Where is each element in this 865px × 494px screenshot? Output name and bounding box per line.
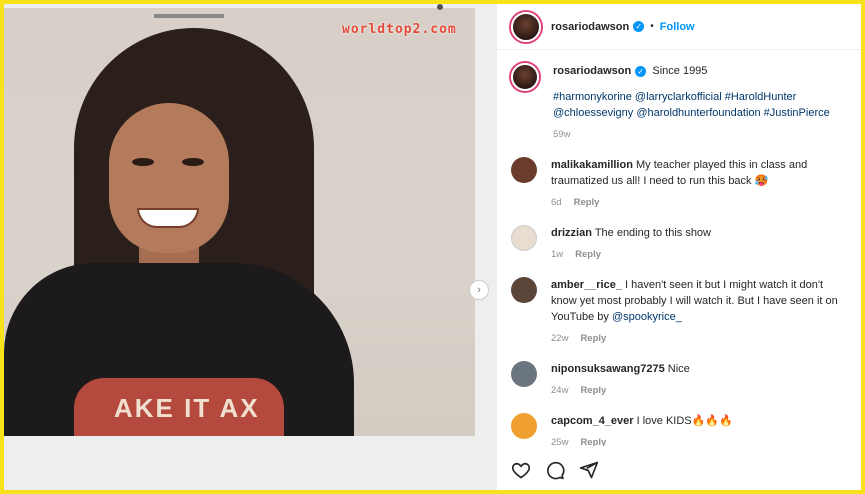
comment-user[interactable]: malikakamillion	[551, 159, 633, 171]
comment-age: 24w	[551, 385, 569, 396]
comment-body: drizzian The ending to this show 1w Reply	[551, 225, 851, 263]
comment-age: 6d	[551, 197, 562, 208]
list-item: malikakamillion My teacher played this i…	[511, 157, 851, 211]
tape-decoration	[154, 14, 224, 18]
reply-button[interactable]: Reply	[575, 249, 601, 260]
avatar[interactable]	[511, 63, 539, 91]
post-sidebar: rosariodawson ✓ • Follow rosariodawson ✓ …	[496, 4, 861, 490]
comments-scroll[interactable]: rosariodawson ✓ Since 1995 #harmonykorine…	[497, 51, 861, 446]
avatar[interactable]	[511, 361, 537, 387]
shirt-text: AKE IT AX	[114, 393, 260, 423]
comment-age: 25w	[551, 437, 569, 446]
share-icon[interactable]	[579, 460, 599, 480]
photo-eye-left	[132, 158, 154, 166]
verified-badge-icon: ✓	[635, 65, 647, 77]
comment-mention[interactable]: @spookyrice_	[612, 311, 682, 323]
avatar[interactable]	[511, 413, 537, 439]
watermark: worldtop2.com	[342, 22, 457, 37]
reply-button[interactable]: Reply	[580, 333, 606, 344]
post-header: rosariodawson ✓ • Follow	[497, 4, 861, 50]
pin-icon	[437, 4, 443, 10]
list-item: amber__rice_ I haven't seen it but I mig…	[511, 277, 851, 347]
comment-user[interactable]: amber__rice_	[551, 279, 622, 291]
comment-body: capcom_4_ever I love KIDS🔥🔥🔥 25w Reply	[551, 413, 851, 446]
list-item: capcom_4_ever I love KIDS🔥🔥🔥 25w Reply	[511, 413, 851, 446]
comment-user[interactable]: drizzian	[551, 227, 592, 239]
caption-author[interactable]: rosariodawson	[553, 65, 631, 77]
follow-button[interactable]: Follow	[660, 21, 695, 33]
avatar[interactable]	[511, 277, 537, 303]
comment-text: The ending to this show	[594, 227, 711, 239]
avatar[interactable]	[511, 157, 537, 183]
instagram-post-frame: AKE IT AX worldtop2.com › rosariodawson …	[4, 4, 861, 490]
caption-body: rosariodawson ✓ Since 1995 #harmonykorine…	[553, 63, 851, 143]
comment-text: Nice	[667, 363, 690, 375]
caption-tags-1[interactable]: #harmonykorine @larryclarkofficial #Haro…	[553, 89, 851, 105]
photo-pane: AKE IT AX worldtop2.com ›	[4, 4, 496, 490]
reply-button[interactable]: Reply	[580, 437, 606, 446]
caption-text: Since 1995	[652, 65, 708, 77]
list-item: niponsuksawang7275 Nice 24w Reply	[511, 361, 851, 399]
comment-icon[interactable]	[545, 460, 565, 480]
separator-dot: •	[650, 21, 654, 32]
comment-user[interactable]: niponsuksawang7275	[551, 363, 665, 375]
comment-body: malikakamillion My teacher played this i…	[551, 157, 851, 211]
caption-tags-2[interactable]: @chloessevigny @haroldhunterfoundation #…	[553, 105, 851, 121]
photo-eye-right	[182, 158, 204, 166]
list-item: drizzian The ending to this show 1w Reply	[511, 225, 851, 263]
action-bar	[511, 460, 599, 480]
comment-age: 22w	[551, 333, 569, 344]
photo-face	[109, 103, 229, 253]
verified-badge-icon: ✓	[633, 21, 645, 32]
reply-button[interactable]: Reply	[574, 197, 600, 208]
comment-body: amber__rice_ I haven't seen it but I mig…	[551, 277, 851, 347]
chevron-right-icon[interactable]: ›	[469, 280, 489, 300]
reply-button[interactable]: Reply	[580, 385, 606, 396]
heart-icon[interactable]	[511, 460, 531, 480]
comment-text: I love KIDS🔥🔥🔥	[636, 415, 733, 427]
caption-age: 59w	[553, 129, 571, 140]
post-photo: AKE IT AX	[4, 8, 475, 436]
comment-body: niponsuksawang7275 Nice 24w Reply	[551, 361, 851, 399]
caption: rosariodawson ✓ Since 1995 #harmonykorine…	[511, 63, 851, 143]
avatar[interactable]	[511, 11, 541, 42]
comment-user[interactable]: capcom_4_ever	[551, 415, 634, 427]
comment-age: 1w	[551, 249, 564, 260]
avatar[interactable]	[511, 225, 537, 251]
author-username[interactable]: rosariodawson	[551, 21, 629, 33]
